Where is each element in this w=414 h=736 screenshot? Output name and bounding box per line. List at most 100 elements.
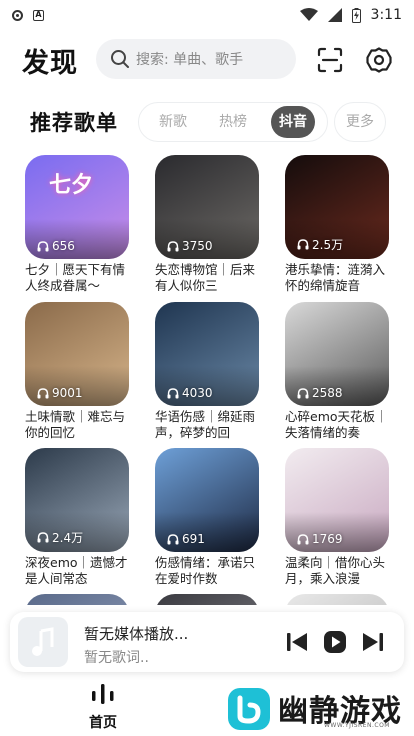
playlist-title: 深夜emo｜遗憾才是人间常态	[25, 555, 128, 586]
playlist-title: 温柔向｜借你心头月，乘入浪漫	[285, 555, 386, 586]
tab-douyin[interactable]: 抖音	[271, 106, 315, 138]
playlist-title: 伤感情绪：承诺只在爱时作数	[155, 555, 256, 586]
playlist-cover: 七夕 656	[25, 155, 129, 259]
playlist-cover: 2588	[285, 302, 389, 406]
watermark-url: WWW.YJISREN.COM	[324, 722, 390, 729]
playlist-card[interactable]: 691 伤感情绪：承诺只在爱时作数	[155, 448, 259, 587]
battery-icon	[351, 7, 361, 23]
search-input[interactable]: 搜索: 单曲、歌手	[96, 39, 296, 79]
headphones-icon	[167, 240, 179, 251]
headphones-icon	[167, 387, 179, 398]
play-count-value: 3750	[182, 239, 213, 253]
play-count: 9001	[37, 386, 83, 400]
headphones-icon	[37, 387, 49, 398]
nav-home-label: 首页	[89, 715, 117, 731]
play-count: 2588	[297, 386, 343, 400]
mini-player[interactable]: 暂无媒体播放... 暂无歌词..	[10, 612, 404, 672]
headphones-icon	[37, 240, 49, 251]
play-count: 2.4万	[37, 529, 83, 546]
music-note-icon	[32, 627, 54, 656]
headphones-icon	[297, 239, 309, 250]
player-lyrics: 暂无歌词..	[84, 650, 149, 666]
play-count-value: 2.5万	[312, 238, 344, 252]
playlist-title: 港乐挚情：涟漪入怀的绵情旋音	[285, 262, 386, 293]
playlist-card[interactable]: 七夕 656 七夕｜愿天下有情人终成眷属～	[25, 155, 129, 294]
play-count: 2.5万	[297, 236, 343, 253]
signal-icon	[327, 8, 342, 22]
status-time: 3:11	[370, 7, 402, 23]
more-button[interactable]: 更多	[334, 102, 386, 142]
playlist-card[interactable]: 2588 心碎emo天花板｜失落情绪的奏	[285, 302, 389, 441]
tab-hot-chart[interactable]: 热榜	[211, 106, 255, 138]
playlist-cover: 691	[155, 448, 259, 552]
playlist-title: 心碎emo天花板｜失落情绪的奏	[285, 409, 388, 440]
headphones-icon	[37, 532, 49, 543]
playlist-title: 华语伤感｜绵延雨声，碎梦的回	[155, 409, 256, 440]
header: 发现 搜索: 单曲、歌手	[0, 38, 414, 82]
scan-icon	[317, 47, 343, 73]
playlist-cover: 1769	[285, 448, 389, 552]
playlist-cover	[25, 594, 129, 605]
playlist-cover: 4030	[155, 302, 259, 406]
playlist-title: 土味情歌｜难忘与你的回忆	[25, 409, 126, 440]
watermark: 幽静游戏 WWW.YJISREN.COM	[220, 684, 410, 736]
headphones-icon	[167, 533, 179, 544]
next-button[interactable]	[360, 629, 386, 655]
play-count: 4030	[167, 386, 213, 400]
playlist-title: 七夕｜愿天下有情人终成眷属～	[25, 262, 126, 293]
nav-home[interactable]: 首页	[80, 682, 126, 732]
play-count: 656	[37, 239, 75, 253]
play-icon	[324, 631, 346, 653]
playlist-card[interactable]	[155, 594, 259, 605]
play-button[interactable]	[322, 629, 348, 655]
status-bar: A 3:11	[0, 0, 414, 30]
scan-button[interactable]	[315, 45, 345, 75]
play-count: 1769	[297, 532, 343, 546]
previous-button[interactable]	[284, 629, 310, 655]
playlist-card[interactable]: 4030 华语伤感｜绵延雨声，碎梦的回	[155, 302, 259, 441]
tab-new-songs[interactable]: 新歌	[151, 106, 195, 138]
playlist-card[interactable]: 3750 失恋博物馆｜后来有人似你三	[155, 155, 259, 294]
circle-dot-icon	[12, 9, 23, 21]
playlist-cover: 3750	[155, 155, 259, 259]
page-title: 发现	[22, 48, 78, 79]
recommended-playlists-header: 推荐歌单 新歌 热榜 抖音 更多	[0, 102, 414, 144]
playlist-card[interactable]	[25, 594, 129, 605]
playlist-cover: 2.5万	[285, 155, 389, 259]
skip-next-icon	[363, 633, 383, 651]
playlist-card[interactable]: 9001 土味情歌｜难忘与你的回忆	[25, 302, 129, 441]
cover-text: 七夕	[49, 172, 94, 198]
playlist-card[interactable]	[285, 594, 389, 605]
search-icon	[111, 50, 129, 68]
sound-bars-icon	[92, 684, 114, 704]
playlist-title: 失恋博物馆｜后来有人似你三	[155, 262, 256, 293]
playlist-cover	[285, 594, 389, 605]
player-title: 暂无媒体播放...	[84, 625, 189, 643]
playlist-cover	[155, 594, 259, 605]
playlist-cover: 2.4万	[25, 448, 129, 552]
play-count-value: 9001	[52, 386, 83, 400]
section-title: 推荐歌单	[30, 111, 118, 135]
play-count-value: 2588	[312, 386, 343, 400]
player-artwork	[18, 617, 68, 667]
play-count: 3750	[167, 239, 213, 253]
play-count: 691	[167, 532, 205, 546]
settings-button[interactable]	[364, 45, 394, 75]
play-count-value: 4030	[182, 386, 213, 400]
a-box-icon: A	[33, 9, 44, 21]
playlist-card[interactable]: 1769 温柔向｜借你心头月，乘入浪漫	[285, 448, 389, 587]
skip-previous-icon	[287, 633, 307, 651]
playlist-cover: 9001	[25, 302, 129, 406]
watermark-logo-icon	[228, 688, 270, 730]
tab-group: 新歌 热榜 抖音	[138, 102, 328, 142]
playlist-card[interactable]: 2.5万港乐挚情：涟漪入怀的绵情旋音	[285, 155, 389, 294]
wifi-icon	[299, 8, 318, 21]
gear-icon	[366, 47, 392, 73]
search-placeholder: 搜索: 单曲、歌手	[136, 52, 244, 68]
playlist-card[interactable]: 2.4万深夜emo｜遗憾才是人间常态	[25, 448, 129, 587]
play-count-value: 691	[182, 532, 205, 546]
play-count-value: 656	[52, 239, 75, 253]
play-count-value: 1769	[312, 532, 343, 546]
headphones-icon	[297, 533, 309, 544]
headphones-icon	[297, 387, 309, 398]
